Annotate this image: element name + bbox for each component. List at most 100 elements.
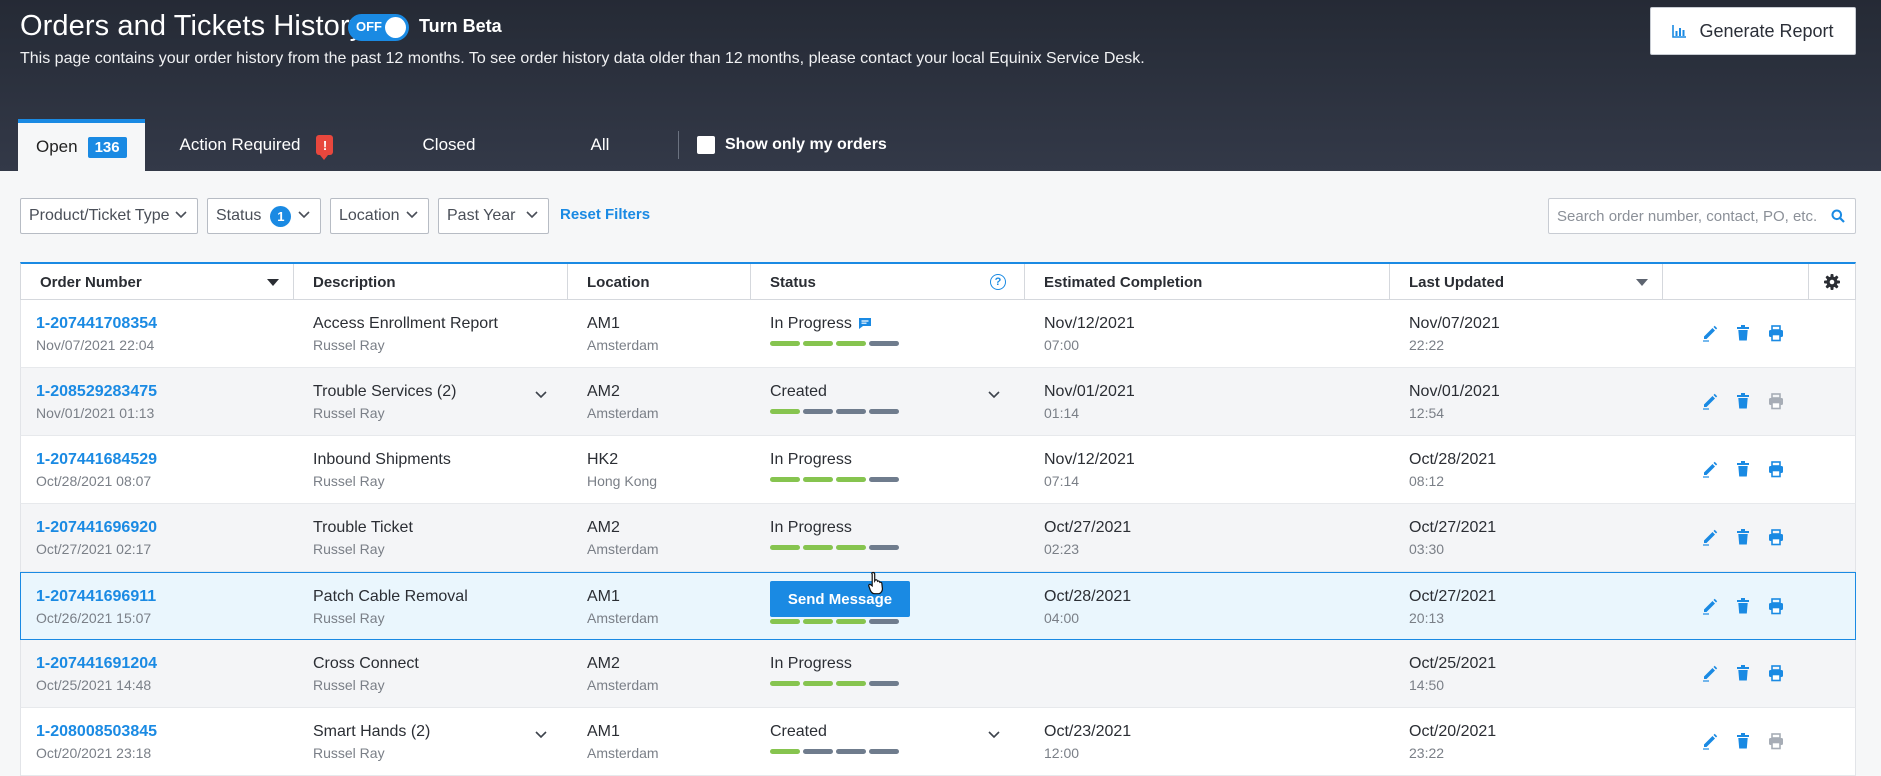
sort-arrow-icon[interactable]	[267, 279, 279, 286]
table-row[interactable]: 1-207441684529 Oct/28/2021 08:07 Inbound S…	[20, 436, 1856, 504]
print-icon[interactable]	[1767, 460, 1785, 478]
table-row[interactable]: 1-207441696920 Oct/27/2021 02:17 Trouble T…	[20, 504, 1856, 572]
order-number-link[interactable]: 1-207441684529	[36, 451, 157, 469]
table-row[interactable]: 1-208529283475 Nov/01/2021 01:13 Trouble S…	[20, 368, 1856, 436]
progress-segment	[803, 477, 833, 482]
edit-icon[interactable]	[1701, 732, 1719, 750]
col-status[interactable]: Status ?	[751, 264, 1025, 300]
edit-icon[interactable]	[1701, 597, 1719, 615]
expand-chevron-icon[interactable]	[535, 726, 547, 744]
status-text: In Progress	[770, 451, 852, 468]
progress-segment	[770, 409, 800, 414]
edit-icon[interactable]	[1701, 528, 1719, 546]
status-cell: In Progress	[770, 655, 899, 686]
row-actions	[1701, 597, 1785, 615]
location-code: AM1	[587, 588, 620, 605]
estimated-time: 02:23	[1044, 541, 1080, 557]
generate-report-button[interactable]: Generate Report	[1650, 7, 1856, 55]
delete-icon[interactable]	[1734, 732, 1752, 750]
print-icon[interactable]	[1767, 392, 1785, 410]
reset-filters-link[interactable]: Reset Filters	[560, 206, 650, 223]
delete-icon[interactable]	[1734, 460, 1752, 478]
status-chevron-icon[interactable]	[988, 726, 1000, 744]
help-icon[interactable]: ?	[990, 274, 1006, 290]
col-order-number[interactable]: Order Number	[21, 264, 294, 300]
tab-closed[interactable]: Closed	[380, 119, 548, 171]
sort-arrow-icon[interactable]	[1636, 279, 1648, 286]
checkbox-box[interactable]	[697, 136, 715, 154]
col-last-updated[interactable]: Last Updated	[1390, 264, 1663, 300]
order-cell: 1-207441708354 Nov/07/2021 22:04	[36, 315, 157, 353]
order-description: Trouble Ticket	[313, 519, 413, 536]
col-location[interactable]: Location	[568, 264, 751, 300]
orders-table: Order Number Description Location Status…	[20, 262, 1856, 776]
estimated-date: Oct/27/2021	[1044, 519, 1132, 536]
message-icon[interactable]	[858, 317, 872, 330]
estimated-time: 12:00	[1044, 745, 1080, 761]
chevron-down-icon	[298, 211, 310, 219]
send-message-button[interactable]: Send Message	[770, 581, 910, 617]
delete-icon[interactable]	[1734, 528, 1752, 546]
delete-icon[interactable]	[1734, 664, 1752, 682]
location-city: Amsterdam	[587, 541, 659, 557]
status-text: In Progress	[770, 519, 852, 536]
updated-date: Oct/27/2021	[1409, 588, 1497, 605]
edit-icon[interactable]	[1701, 664, 1719, 682]
print-icon[interactable]	[1767, 664, 1785, 682]
status-chevron-icon[interactable]	[988, 386, 1000, 404]
updated-time: 23:22	[1409, 745, 1445, 761]
edit-icon[interactable]	[1701, 460, 1719, 478]
table-row[interactable]: 1-207441691204 Oct/25/2021 14:48 Cross Con…	[20, 640, 1856, 708]
order-number-link[interactable]: 1-208529283475	[36, 383, 157, 401]
show-my-orders-checkbox[interactable]: Show only my orders	[679, 119, 887, 171]
col-estimated-completion[interactable]: Estimated Completion	[1025, 264, 1390, 300]
product-filter-label: Product/Ticket Type	[29, 207, 170, 224]
order-number-link[interactable]: 1-207441696911	[36, 588, 156, 606]
location-filter[interactable]: Location	[330, 198, 429, 234]
expand-chevron-icon[interactable]	[535, 386, 547, 404]
beta-toggle[interactable]: OFF	[348, 14, 409, 41]
table-row[interactable]: 1-207441696911 Oct/26/2021 15:07 Patch Cab…	[20, 572, 1856, 640]
search-icon[interactable]	[1831, 209, 1845, 223]
tab-all[interactable]: All	[548, 119, 678, 171]
progress-segment	[770, 749, 800, 754]
contact-name: Russel Ray	[313, 405, 385, 421]
edit-icon[interactable]	[1701, 392, 1719, 410]
order-created-date: Nov/01/2021 01:13	[36, 405, 155, 421]
updated-time: 12:54	[1409, 405, 1445, 421]
product-type-filter[interactable]: Product/Ticket Type	[20, 198, 198, 234]
delete-icon[interactable]	[1734, 324, 1752, 342]
table-row[interactable]: 1-208008503845 Oct/20/2021 23:18 Smart Han…	[20, 708, 1856, 776]
status-filter[interactable]: Status 1	[207, 198, 321, 234]
print-icon[interactable]	[1767, 324, 1785, 342]
order-description: Access Enrollment Report	[313, 315, 498, 332]
order-number-link[interactable]: 1-207441696920	[36, 519, 157, 537]
order-number-link[interactable]: 1-207441691204	[36, 655, 157, 673]
estimated-time: 07:14	[1044, 473, 1080, 489]
col-description[interactable]: Description	[294, 264, 568, 300]
estimated-cell: Nov/01/2021 01:14	[1044, 383, 1135, 421]
row-actions	[1701, 324, 1785, 342]
order-cell: 1-208529283475 Nov/01/2021 01:13	[36, 383, 157, 421]
edit-icon[interactable]	[1701, 324, 1719, 342]
print-icon[interactable]	[1767, 732, 1785, 750]
generate-report-label: Generate Report	[1699, 20, 1834, 41]
updated-time: 03:30	[1409, 541, 1445, 557]
search-input[interactable]	[1549, 201, 1831, 231]
description-cell: Inbound Shipments Russel Ray	[313, 451, 451, 489]
delete-icon[interactable]	[1734, 597, 1752, 615]
column-settings[interactable]	[1809, 264, 1855, 300]
progress-segment	[869, 681, 899, 686]
updated-cell: Oct/25/2021 14:50	[1409, 655, 1496, 693]
col-order-number-label: Order Number	[40, 273, 142, 291]
order-number-link[interactable]: 1-207441708354	[36, 315, 157, 333]
table-row[interactable]: 1-207441708354 Nov/07/2021 22:04 Access En…	[20, 300, 1856, 368]
order-number-link[interactable]: 1-208008503845	[36, 723, 157, 741]
tab-action-required[interactable]: Action Required !	[145, 119, 380, 171]
print-icon[interactable]	[1767, 597, 1785, 615]
tab-open[interactable]: Open 136	[18, 119, 145, 171]
delete-icon[interactable]	[1734, 392, 1752, 410]
col-location-label: Location	[587, 273, 650, 291]
period-filter[interactable]: Past Year	[438, 198, 549, 234]
print-icon[interactable]	[1767, 528, 1785, 546]
